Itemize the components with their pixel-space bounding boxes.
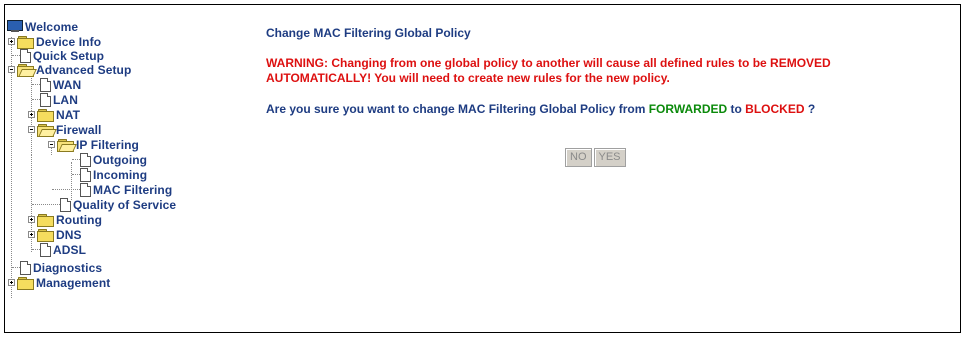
tree-item-label[interactable]: Welcome xyxy=(25,20,78,34)
open-folder-icon xyxy=(37,123,57,137)
tree-item-quick-setup[interactable]: Quick Setup xyxy=(19,48,104,63)
tree-item-label[interactable]: MAC Filtering xyxy=(93,183,172,197)
tree-item-diagnostics[interactable]: Diagnostics xyxy=(19,260,102,275)
question-suffix: ? xyxy=(804,102,816,116)
tree-item-label[interactable]: WAN xyxy=(53,78,81,92)
tree-item-welcome[interactable]: Welcome xyxy=(7,19,78,34)
tree-item-label[interactable]: IP Filtering xyxy=(76,138,139,152)
open-folder-icon xyxy=(17,63,37,77)
tree-line xyxy=(51,148,52,155)
page-title: Change MAC Filtering Global Policy xyxy=(266,26,471,40)
open-folder-icon xyxy=(57,138,77,152)
tree-item-nat[interactable]: NAT xyxy=(37,107,80,122)
folder-icon xyxy=(37,213,54,227)
tree-item-firewall[interactable]: Firewall xyxy=(37,122,101,137)
tree-item-label[interactable]: Quick Setup xyxy=(33,49,104,63)
expand-icon[interactable] xyxy=(28,231,35,238)
document-icon xyxy=(39,243,51,257)
tree-item-label[interactable]: Management xyxy=(36,276,110,290)
tree-item-advanced-setup[interactable]: Advanced Setup xyxy=(17,62,131,77)
question-prefix: Are you sure you want to change MAC Filt… xyxy=(266,102,649,116)
tree-item-wan[interactable]: WAN xyxy=(39,77,81,92)
confirmation-question: Are you sure you want to change MAC Filt… xyxy=(266,102,815,116)
tree-item-label[interactable]: Quality of Service xyxy=(73,198,176,212)
monitor-icon xyxy=(7,20,23,33)
tree-item-label[interactable]: Diagnostics xyxy=(33,261,102,275)
tree-item-lan[interactable]: LAN xyxy=(39,92,78,107)
tree-item-label[interactable]: Incoming xyxy=(93,168,147,182)
nav-tree: Welcome Device Info Quick Setup Advanced… xyxy=(7,19,247,312)
tree-item-dns[interactable]: DNS xyxy=(37,227,82,242)
tree-item-quality-of-service[interactable]: Quality of Service xyxy=(59,197,176,212)
tree-item-label[interactable]: ADSL xyxy=(53,243,86,257)
folder-icon xyxy=(37,228,54,242)
tree-line xyxy=(52,189,80,190)
tree-item-incoming[interactable]: Incoming xyxy=(79,167,147,182)
tree-item-label[interactable]: DNS xyxy=(56,228,82,242)
tree-item-label[interactable]: NAT xyxy=(56,108,80,122)
tree-item-label[interactable]: Device Info xyxy=(36,35,101,49)
expand-icon[interactable] xyxy=(28,111,35,118)
expand-icon[interactable] xyxy=(28,216,35,223)
expand-icon[interactable] xyxy=(8,38,15,45)
collapse-icon[interactable] xyxy=(48,141,55,148)
tree-item-outgoing[interactable]: Outgoing xyxy=(79,152,147,167)
warning-message: WARNING: Changing from one global policy… xyxy=(266,56,831,85)
tree-item-label[interactable]: Outgoing xyxy=(93,153,147,167)
tree-item-adsl[interactable]: ADSL xyxy=(39,242,86,257)
no-button[interactable]: NO xyxy=(565,148,592,167)
tree-item-routing[interactable]: Routing xyxy=(37,212,102,227)
document-icon xyxy=(39,78,51,92)
document-icon xyxy=(79,183,91,197)
tree-item-label[interactable]: LAN xyxy=(53,93,78,107)
tree-line xyxy=(71,162,72,200)
yes-button[interactable]: YES xyxy=(593,148,626,167)
from-policy: FORWARDED xyxy=(648,102,728,116)
tree-line xyxy=(11,37,12,298)
tree-item-management[interactable]: Management xyxy=(17,275,110,290)
folder-icon xyxy=(37,108,54,122)
folder-icon xyxy=(17,35,34,49)
document-icon xyxy=(79,168,91,182)
tree-item-mac-filtering[interactable]: MAC Filtering xyxy=(79,182,172,197)
document-icon xyxy=(19,261,31,275)
to-policy: BLOCKED xyxy=(745,102,805,116)
tree-item-label[interactable]: Advanced Setup xyxy=(36,63,131,77)
collapse-icon[interactable] xyxy=(28,126,35,133)
folder-icon xyxy=(17,276,34,290)
document-icon xyxy=(79,153,91,167)
document-icon xyxy=(59,198,71,212)
document-icon xyxy=(39,93,51,107)
document-icon xyxy=(19,49,31,63)
tree-line xyxy=(32,204,60,205)
tree-item-label[interactable]: Firewall xyxy=(56,123,101,137)
tree-item-ip-filtering[interactable]: IP Filtering xyxy=(57,137,139,152)
tree-item-device-info[interactable]: Device Info xyxy=(17,34,101,49)
expand-icon[interactable] xyxy=(8,279,15,286)
button-group: NO YES xyxy=(565,148,626,167)
collapse-icon[interactable] xyxy=(8,66,15,73)
tree-item-label[interactable]: Routing xyxy=(56,213,102,227)
question-mid: to xyxy=(727,102,746,116)
